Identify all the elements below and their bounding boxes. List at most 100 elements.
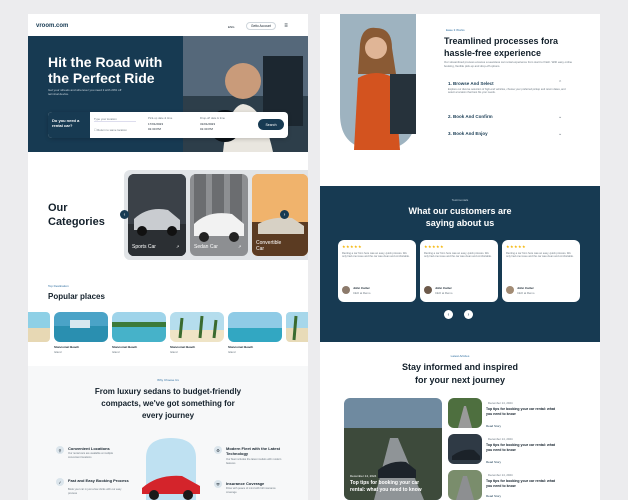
get-account-button[interactable]: Getto Account xyxy=(246,22,276,30)
step-3-label[interactable]: 3. Book And Enjoy xyxy=(448,131,488,136)
hero-subtitle: Get your wheels and wherever you need it… xyxy=(48,88,122,96)
menu-icon[interactable]: ≡ xyxy=(282,23,290,29)
testimonial-prev-button[interactable]: ‹ xyxy=(444,310,453,319)
steps-desc: Our streamlined process ensures a seamle… xyxy=(444,60,573,68)
steps-title-line1: Treamlined processes fora xyxy=(444,36,559,46)
rating-stars: ★★★★★ xyxy=(342,244,362,249)
pickup-date[interactable]: 17/01/2023 xyxy=(148,122,163,126)
beach-image xyxy=(54,312,108,342)
feature-title: Fast and Easy Booking Process xyxy=(68,478,129,483)
article-date: December 14, 2024 xyxy=(488,437,513,441)
location-icon: ⚲ xyxy=(56,446,64,454)
dropoff-date[interactable]: 31/01/2023 xyxy=(200,122,215,126)
arrow-icon[interactable]: ↗ xyxy=(176,244,179,249)
search-button[interactable]: Search xyxy=(258,119,284,130)
featured-title-line1: Top tips for booking your car xyxy=(350,480,420,486)
feature-desc: Book your car in just a few clicks with … xyxy=(68,488,122,495)
place-card-edge[interactable] xyxy=(28,312,50,342)
feature-title: Convenient Locations xyxy=(68,446,110,451)
places-tag: Top Destination xyxy=(48,284,69,288)
categories-title-line2: Categories xyxy=(48,216,105,228)
author-name: John Carter xyxy=(517,286,534,290)
place-card-edge-right[interactable] xyxy=(286,312,308,342)
carousel-next-button[interactable]: › xyxy=(280,210,289,219)
beach-image xyxy=(112,312,166,342)
rating-stars: ★★★★★ xyxy=(506,244,526,249)
author-name: John Carter xyxy=(353,286,370,290)
place-card-3[interactable] xyxy=(170,312,224,342)
pickup-time[interactable]: 01:30 PM xyxy=(148,127,161,131)
arrow-icon[interactable]: ↗ xyxy=(238,244,241,249)
categories-title-line1: Our xyxy=(48,202,68,214)
why-tag: Why Choose Us xyxy=(157,378,179,382)
hero-title-line2: the Perfect Ride xyxy=(48,70,155,86)
search-box: Do you need a rental car? Type your loca… xyxy=(48,112,288,138)
steps-tag: Ease 3 Works xyxy=(446,28,465,32)
category-label-sedan: Sedan Car xyxy=(194,244,218,250)
booking-icon: ✓ xyxy=(56,478,64,486)
shield-icon: ⛨ xyxy=(214,480,222,488)
chevron-down-icon[interactable]: ⌄ xyxy=(558,131,562,137)
blog-title-line2: for your next journey xyxy=(414,375,505,385)
beach-image xyxy=(286,312,308,342)
road-image xyxy=(448,470,482,500)
article-date: December 14, 2024 xyxy=(488,473,513,477)
place-sub: Island xyxy=(170,350,178,354)
category-card-sports[interactable]: Sports Car ↗ xyxy=(128,174,186,256)
place-card-4[interactable] xyxy=(228,312,282,342)
steps-title-line2: hassle-free experience xyxy=(444,48,542,58)
place-sub: Island xyxy=(112,350,120,354)
place-name: Stancomet Beach xyxy=(54,345,80,349)
place-card-1[interactable] xyxy=(54,312,108,342)
article-date: December 14, 2024 xyxy=(488,401,513,405)
category-card-sedan[interactable]: Sedan Car ↗ xyxy=(190,174,248,256)
testimonial-text: Renting a car from here was an easy, qui… xyxy=(424,252,492,259)
category-label-convertible: Convertible Car xyxy=(256,240,282,252)
blog-tag: Latest Articles xyxy=(450,354,470,358)
language-selector[interactable]: ENG xyxy=(228,25,235,29)
step-1-desc: Explore our diverse selection of high-en… xyxy=(448,88,566,95)
carousel-prev-button[interactable]: ‹ xyxy=(120,210,129,219)
feature-title: Modern Fleet with the Latest Technology xyxy=(226,446,281,456)
testimonials-tag: Testimonials xyxy=(451,198,469,202)
site-logo[interactable]: vroom.com xyxy=(36,23,68,29)
testimonial-card: ★★★★★ Renting a car from here was an eas… xyxy=(338,240,416,302)
avatar xyxy=(506,286,514,294)
read-story-link[interactable]: Read Story xyxy=(486,460,501,464)
read-story-link[interactable]: Read Story xyxy=(486,424,501,428)
feature-desc: Our fleet includes the latest models wit… xyxy=(226,458,282,465)
place-name: Stancomet Beach xyxy=(112,345,138,349)
category-label-sports: Sports Car xyxy=(132,244,156,250)
place-sub: Island xyxy=(54,350,62,354)
left-page-preview: vroom.com ENG Getto Account ≡ Hit the Ro… xyxy=(28,14,308,500)
chevron-up-icon[interactable]: ⌃ xyxy=(558,80,562,86)
testimonial-card: ★★★★★ Renting a car from here was an eas… xyxy=(420,240,498,302)
article-title-line2: you need to know xyxy=(486,412,516,416)
why-title-line2: compacts, we've got something for xyxy=(101,399,235,408)
place-name: Stancomet Beach xyxy=(228,345,254,349)
author-name: John Carter xyxy=(435,286,452,290)
hero-title-line1: Hit the Road with xyxy=(48,54,163,70)
featured-date: December 14, 2024 xyxy=(350,474,377,478)
testimonial-text: Renting a car from here was an easy, qui… xyxy=(342,252,410,259)
article-title-line2: you need to know xyxy=(486,448,516,452)
dropoff-time[interactable]: 01:30 PM xyxy=(200,127,213,131)
article-thumb[interactable] xyxy=(448,398,482,428)
rating-stars: ★★★★★ xyxy=(424,244,444,249)
location-input[interactable]: Type your location xyxy=(94,117,136,122)
article-thumb[interactable] xyxy=(448,434,482,464)
testimonial-next-button[interactable]: › xyxy=(464,310,473,319)
featured-article[interactable]: December 14, 2024 Top tips for booking y… xyxy=(344,398,442,500)
step-2-label[interactable]: 2. Book And Confirm xyxy=(448,114,493,119)
testimonial-card: ★★★★★ Renting a car from here was an eas… xyxy=(502,240,580,302)
step-1-label[interactable]: 1. Browse And Select xyxy=(448,81,494,86)
beach-image xyxy=(228,312,282,342)
read-story-link[interactable]: Read Story xyxy=(486,494,501,498)
place-card-2[interactable] xyxy=(112,312,166,342)
why-title-line1: From luxury sedans to budget-friendly xyxy=(94,387,242,396)
blog-title-line1: Stay informed and inspired xyxy=(401,362,519,372)
testimonials-title-line2: saying about us xyxy=(425,218,495,228)
return-same-location-checkbox[interactable]: ☐ Return to same location xyxy=(94,128,127,132)
chevron-down-icon[interactable]: ⌄ xyxy=(558,114,562,120)
article-thumb[interactable] xyxy=(448,470,482,500)
